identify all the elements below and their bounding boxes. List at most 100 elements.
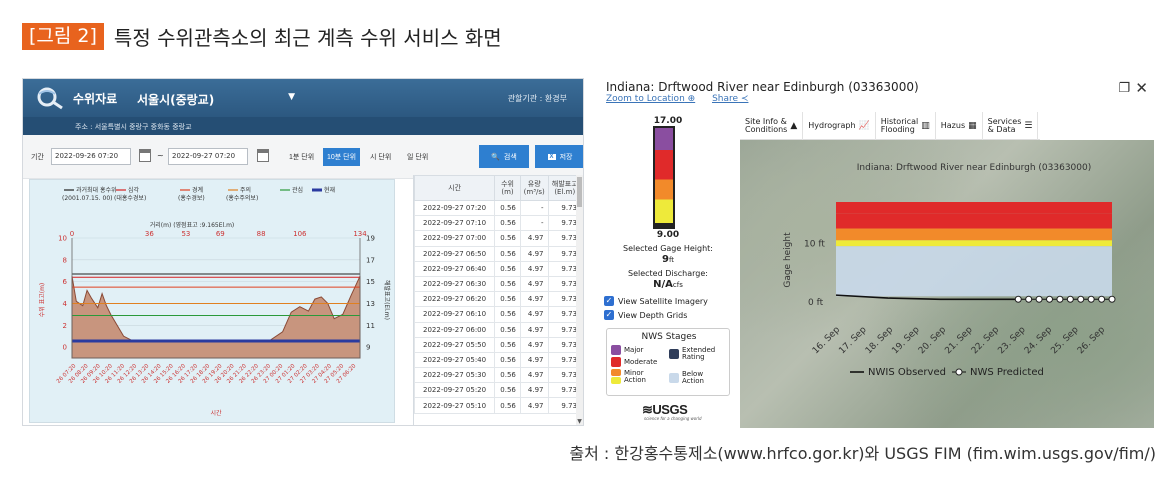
- tab-hazus[interactable]: Hazus ▦: [936, 112, 983, 140]
- top-axis-tick: 69: [216, 230, 225, 238]
- search-icon: 🔍: [491, 153, 500, 161]
- legend-sub: (홍수주의보): [226, 194, 258, 202]
- gage-bottom-value: 9.00: [656, 230, 680, 240]
- search-button[interactable]: 🔍 검색: [479, 145, 529, 168]
- action-swatch: [611, 377, 621, 384]
- unit-hour-button[interactable]: 시 단위: [366, 148, 395, 166]
- table-header: 시간: [414, 175, 496, 201]
- start-date-input[interactable]: 2022-09-26 07:20: [51, 148, 131, 165]
- table-header: 유량 (m³/s): [519, 175, 549, 201]
- table-cell: 4.97: [519, 230, 549, 247]
- stage-moderate: Moderate: [611, 357, 657, 367]
- tab-hydrograph[interactable]: Hydrograph 📈: [803, 112, 876, 140]
- save-button[interactable]: X 저장: [535, 145, 583, 168]
- unit-1min-button[interactable]: 1분 단위: [285, 148, 318, 166]
- bar-chart-icon: ▥: [921, 121, 930, 131]
- table-cell: 0.56: [494, 367, 521, 384]
- gage-panel: 17.00 9.00 Selected Gage Height: 9ft Sel…: [598, 110, 738, 428]
- site-links: Zoom to Location ⊕ Share ≺: [606, 94, 762, 104]
- legend-observed-label: NWIS Observed: [868, 367, 946, 378]
- share-link[interactable]: Share ≺: [712, 94, 748, 104]
- unit-day-button[interactable]: 일 단위: [403, 148, 432, 166]
- x-tick-label: 16. Sep: [811, 325, 842, 356]
- calendar-icon[interactable]: [139, 149, 151, 162]
- y-tick-label: 10: [58, 235, 67, 243]
- table-cell: 2022-09-27 07:00: [414, 230, 496, 247]
- scrollbar-thumb[interactable]: [577, 177, 582, 207]
- table-cell: 4.97: [519, 351, 549, 369]
- chart-title: Indiana: Drftwood River near Edinburgh (…: [857, 163, 1091, 173]
- table-cell: 2022-09-27 05:10: [414, 397, 496, 414]
- table-row: 2022-09-27 07:20 0.56-9.73: [414, 199, 583, 217]
- water-level-table: 시간 수위 (m) 유량 (m³/s) 해발표고 (El.m) 2022-09-27 …: [414, 175, 583, 414]
- predicted-point: [1046, 295, 1054, 303]
- table-cell: 4.97: [519, 275, 549, 293]
- zoom-to-location-link[interactable]: Zoom to Location ⊕: [606, 94, 695, 104]
- zoom-link-label: Zoom to Location: [606, 94, 685, 104]
- height-value: 9: [661, 254, 669, 265]
- height-unit: ft: [668, 256, 675, 264]
- legend-label: 주의: [240, 186, 251, 194]
- y2-axis-title: 해발표고(El.m): [383, 280, 391, 320]
- usgs-tagline: science for a changing world: [644, 416, 702, 421]
- line-chart-icon: 📈: [858, 121, 870, 131]
- minor-action-label: Minor Action: [624, 368, 646, 384]
- figure-title-text: 특정 수위관측소의 최근 계측 수위 서비스 화면: [113, 25, 502, 50]
- end-date-input[interactable]: 2022-09-27 07:20: [168, 148, 248, 165]
- stage-minor-action: Minor Action: [611, 369, 646, 384]
- x-tick-label: 23. Sep: [996, 325, 1027, 356]
- table-row: 2022-09-27 06:40 0.56 4.97 9.73: [414, 260, 583, 277]
- satellite-label: View Satellite Imagery: [618, 296, 708, 306]
- below-swatch: [669, 373, 679, 383]
- y2-tick-label: 19: [366, 235, 375, 243]
- table-cell: 2022-09-27 06:30: [414, 275, 496, 293]
- gage-bar[interactable]: [653, 126, 675, 229]
- table-cell: 2022-09-27 06:20: [414, 291, 496, 308]
- table-row: 2022-09-27 05:20 0.56 4.97 9.73: [414, 382, 583, 399]
- range-separator: ~: [157, 151, 164, 160]
- stage-band: [836, 213, 1112, 229]
- usgs-tabs: Site Info & Conditions ▲ Hydrograph 📈 Histor…: [740, 112, 1040, 140]
- table-cell: 2022-09-27 06:50: [414, 245, 496, 262]
- y-tick-label: 8: [63, 256, 67, 264]
- usgs-panel: Indiana: Drftwood River near Edinburgh (…: [598, 78, 1154, 428]
- unit-10min-button[interactable]: 10분 단위: [323, 148, 361, 166]
- popout-icon[interactable]: ❐: [1118, 81, 1130, 96]
- tab-services[interactable]: Services & Data ☰: [983, 112, 1039, 140]
- table-cell: 4.97: [519, 306, 549, 323]
- table-cell: 4.97: [519, 260, 549, 277]
- legend-label: 경계: [192, 186, 203, 194]
- table-scrollbar[interactable]: ▼: [576, 175, 583, 425]
- y-tick-label: 6: [63, 278, 68, 286]
- extended-label: Extended Rating: [682, 346, 716, 361]
- table-cell: 4.97: [519, 245, 549, 262]
- share-link-label: Share: [712, 94, 739, 104]
- top-axis-tick: 53: [181, 230, 190, 238]
- minor-swatch: [611, 369, 621, 376]
- stages-title: NWS Stages: [641, 332, 697, 342]
- satellite-checkbox[interactable]: ✓ View Satellite Imagery: [604, 296, 708, 306]
- legend-sub: (대홍수경보): [114, 194, 146, 202]
- table-cell: 2022-09-27 06:10: [414, 306, 496, 323]
- figure-tag: [그림 2]: [22, 22, 104, 50]
- agency-label: 관할기관 : 환경부: [507, 94, 567, 103]
- y-tick-label: 0: [63, 344, 67, 352]
- tab-site-info[interactable]: Site Info & Conditions ▲: [740, 112, 804, 140]
- station-select[interactable]: 서울시(중랑교) ▼: [131, 87, 299, 109]
- tab-historical[interactable]: Historical Flooding ▥: [876, 112, 936, 140]
- calendar-icon[interactable]: [257, 149, 269, 162]
- table-cell: 2022-09-27 05:40: [414, 351, 496, 369]
- close-icon[interactable]: ✕: [1135, 79, 1148, 97]
- y-axis-title: Gage height: [783, 232, 793, 288]
- save-button-label: 저장: [559, 153, 573, 161]
- scroll-down-icon[interactable]: ▼: [576, 418, 583, 425]
- selected-height-value: 9ft: [598, 254, 738, 265]
- table-cell: -: [519, 215, 549, 232]
- depth-grids-checkbox[interactable]: ✓ View Depth Grids: [604, 310, 687, 320]
- predicted-point: [1077, 295, 1085, 303]
- station-name: 서울시(중랑교): [137, 93, 215, 107]
- table-row: 2022-09-27 05:10 0.56 4.97 9.73: [414, 397, 583, 414]
- table-cell: 2022-09-27 05:50: [414, 336, 496, 353]
- triangle-icon: ▲: [790, 121, 798, 131]
- period-label: 기간: [31, 153, 44, 161]
